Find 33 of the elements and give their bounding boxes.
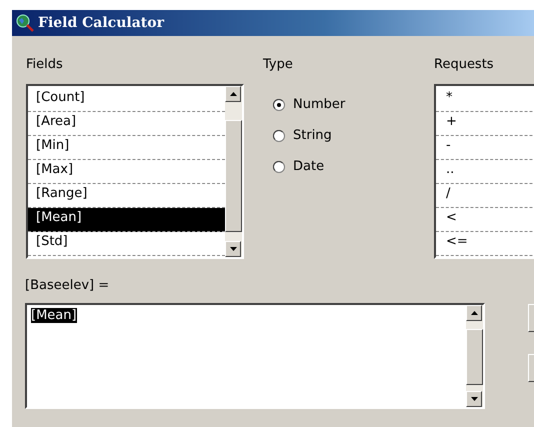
list-item[interactable]: /	[436, 184, 534, 208]
group-label: Type	[263, 57, 294, 74]
radio-button[interactable]	[273, 98, 285, 110]
expression-label: [Baseelev] =	[25, 278, 110, 294]
scroll-up-button[interactable]	[225, 86, 241, 102]
radio-label: String	[293, 128, 332, 144]
scroll-down-button[interactable]	[466, 391, 482, 407]
list-label: Requests	[434, 57, 495, 74]
up-arrow-icon	[470, 311, 478, 315]
scroll-thumb[interactable]	[225, 120, 242, 232]
down-arrow-icon	[230, 247, 236, 251]
scrollbar[interactable]	[225, 86, 242, 257]
expression-field[interactable]: [Mean]	[25, 303, 485, 409]
list-item[interactable]: +	[436, 112, 534, 136]
radio-button[interactable]	[273, 130, 285, 142]
scrollbar[interactable]	[466, 305, 483, 407]
down-arrow-icon	[470, 397, 478, 401]
list-item[interactable]: *	[436, 88, 534, 112]
list-item[interactable]: ..	[436, 160, 534, 184]
list-item[interactable]: [Mean]	[28, 208, 225, 232]
list-item[interactable]: <	[436, 208, 534, 232]
scroll-up-button[interactable]	[466, 305, 482, 321]
list-item[interactable]: -	[436, 136, 534, 160]
list-label: Fields	[26, 57, 64, 74]
scroll-down-button[interactable]	[225, 241, 241, 257]
radio-label: Number	[293, 96, 346, 112]
magnifier-globe-icon	[16, 14, 34, 32]
up-arrow-icon	[230, 92, 236, 96]
radio-label: Date	[293, 158, 324, 174]
list-item[interactable]: <=	[436, 232, 534, 256]
radio-button[interactable]	[273, 160, 285, 172]
window-title: Field Calculator	[38, 15, 164, 31]
scroll-thumb[interactable]	[466, 329, 483, 385]
